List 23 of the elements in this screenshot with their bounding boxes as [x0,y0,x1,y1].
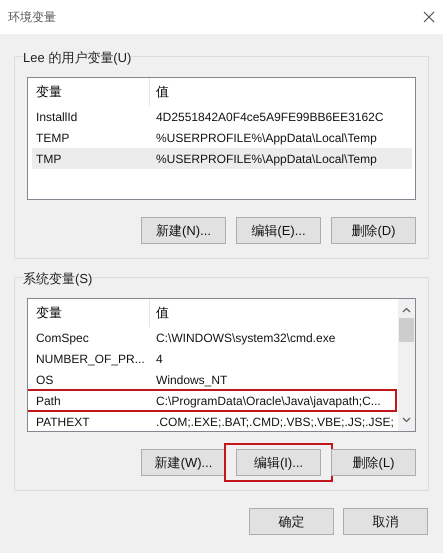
variable-row[interactable]: OS Windows_NT [32,369,395,390]
dialog-button[interactable]: 取消 [343,508,428,535]
column-header: 值 [155,304,170,322]
dialog-button[interactable]: 编辑(E)... [236,217,321,244]
dialog-button[interactable]: 删除(D) [331,217,416,244]
column-header: 变量 [32,78,150,106]
window-title: 环境变量 [8,9,56,26]
variable-row[interactable]: NUMBER_OF_PR... 4 [32,348,395,369]
group-label: 系统变量(S) [23,269,92,288]
variable-row[interactable]: TEMP %USERPROFILE%\AppData\Local\Temp [32,127,412,148]
column-header: 变量 [32,299,150,327]
column-header: 值 [155,83,170,102]
dialog-button[interactable]: 新建(N)... [141,217,226,244]
group-label: Lee 的用户变量(U) [23,48,132,68]
dialog-button[interactable]: 删除(L) [331,449,416,476]
variable-row[interactable]: InstallId 4D2551842A0F4ce5A9FE99BB6EE3162C [32,106,412,127]
dialog-button[interactable]: 编辑(I)... [236,449,321,476]
variable-row[interactable]: ComSpec C:\WINDOWS\system32\cmd.exe [32,327,395,348]
variable-row[interactable]: Path C:\ProgramData\Oracle\Java\javapath;C... [28,390,396,411]
variable-row[interactable]: PATHEXT .COM;.EXE;.BAT;.CMD;.VBS;.VBE;.JS;.JSE; [32,411,395,431]
dialog-button[interactable]: 确定 [249,508,334,535]
dialog-button[interactable]: 新建(W)... [141,449,226,476]
variable-row[interactable]: TMP %USERPROFILE%\AppData\Local\Temp [32,148,412,169]
